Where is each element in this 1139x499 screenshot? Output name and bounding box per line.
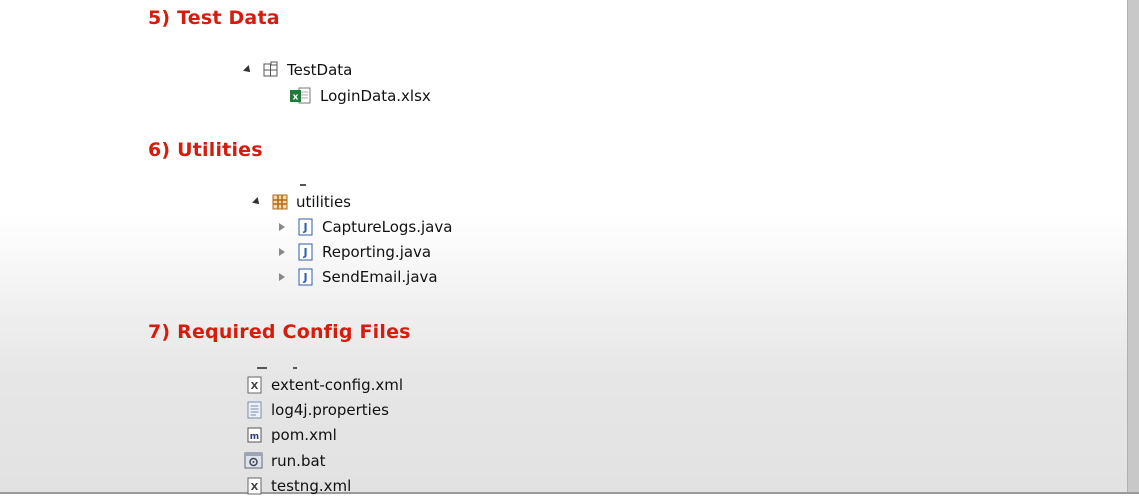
expand-arrow-icon[interactable] — [243, 65, 253, 75]
tree-item-label: LoginData.xlsx — [320, 87, 431, 105]
svg-text:J: J — [302, 246, 307, 259]
tree-item-xml-file[interactable]: X extent-config.xml — [246, 374, 403, 396]
tree-item-label: TestData — [287, 61, 353, 79]
java-file-icon: J — [297, 243, 315, 261]
maven-pom-icon: m — [246, 426, 264, 444]
section-heading-test-data: 5) Test Data — [148, 7, 280, 29]
tree-item-label: extent-config.xml — [271, 376, 404, 394]
collapse-arrow-icon[interactable] — [279, 273, 285, 281]
xml-file-icon: X — [246, 477, 264, 495]
scroll-artifact — [300, 184, 306, 186]
tree-item-label: utilities — [296, 193, 351, 211]
package-icon — [271, 193, 289, 211]
tree-item-java-file[interactable]: J Reporting.java — [279, 241, 431, 263]
svg-text:X: X — [251, 482, 259, 493]
folder-icon — [262, 61, 280, 79]
svg-text:X: X — [251, 381, 259, 392]
scroll-artifact — [293, 367, 297, 369]
java-file-icon: J — [297, 218, 315, 236]
tree-item-utilities-package[interactable]: utilities — [252, 191, 351, 213]
tree-item-java-file[interactable]: J SendEmail.java — [279, 266, 438, 288]
collapse-arrow-icon[interactable] — [279, 248, 285, 256]
section-heading-utilities: 6) Utilities — [148, 139, 263, 161]
tree-item-logindata-file[interactable]: x LoginData.xlsx — [289, 85, 431, 107]
svg-text:J: J — [302, 221, 307, 234]
section-heading-config-files: 7) Required Config Files — [148, 321, 411, 343]
java-file-icon: J — [297, 268, 315, 286]
expand-arrow-icon[interactable] — [252, 197, 262, 207]
tree-item-label: pom.xml — [271, 426, 337, 444]
tree-item-java-file[interactable]: J CaptureLogs.java — [279, 216, 452, 238]
tree-item-label: SendEmail.java — [322, 268, 438, 286]
window-edge — [1127, 0, 1139, 494]
tree-item-label: log4j.properties — [271, 401, 389, 419]
tree-item-testdata-folder[interactable]: TestData — [243, 59, 353, 81]
tree-item-properties-file[interactable]: log4j.properties — [246, 399, 389, 421]
excel-file-icon: x — [289, 87, 313, 105]
tree-item-label: run.bat — [271, 452, 326, 470]
svg-text:m: m — [250, 432, 259, 442]
tree-item-pom-file[interactable]: m pom.xml — [246, 424, 337, 446]
scroll-artifact — [257, 367, 267, 369]
tree-item-label: Reporting.java — [322, 243, 432, 261]
svg-text:x: x — [293, 93, 299, 103]
collapse-arrow-icon[interactable] — [279, 223, 285, 231]
properties-file-icon — [246, 401, 264, 419]
tree-item-label: CaptureLogs.java — [322, 218, 453, 236]
xml-file-icon: X — [246, 376, 264, 394]
tree-item-batch-file[interactable]: run.bat — [244, 450, 326, 472]
batch-file-icon — [244, 452, 264, 470]
svg-text:J: J — [302, 271, 307, 284]
